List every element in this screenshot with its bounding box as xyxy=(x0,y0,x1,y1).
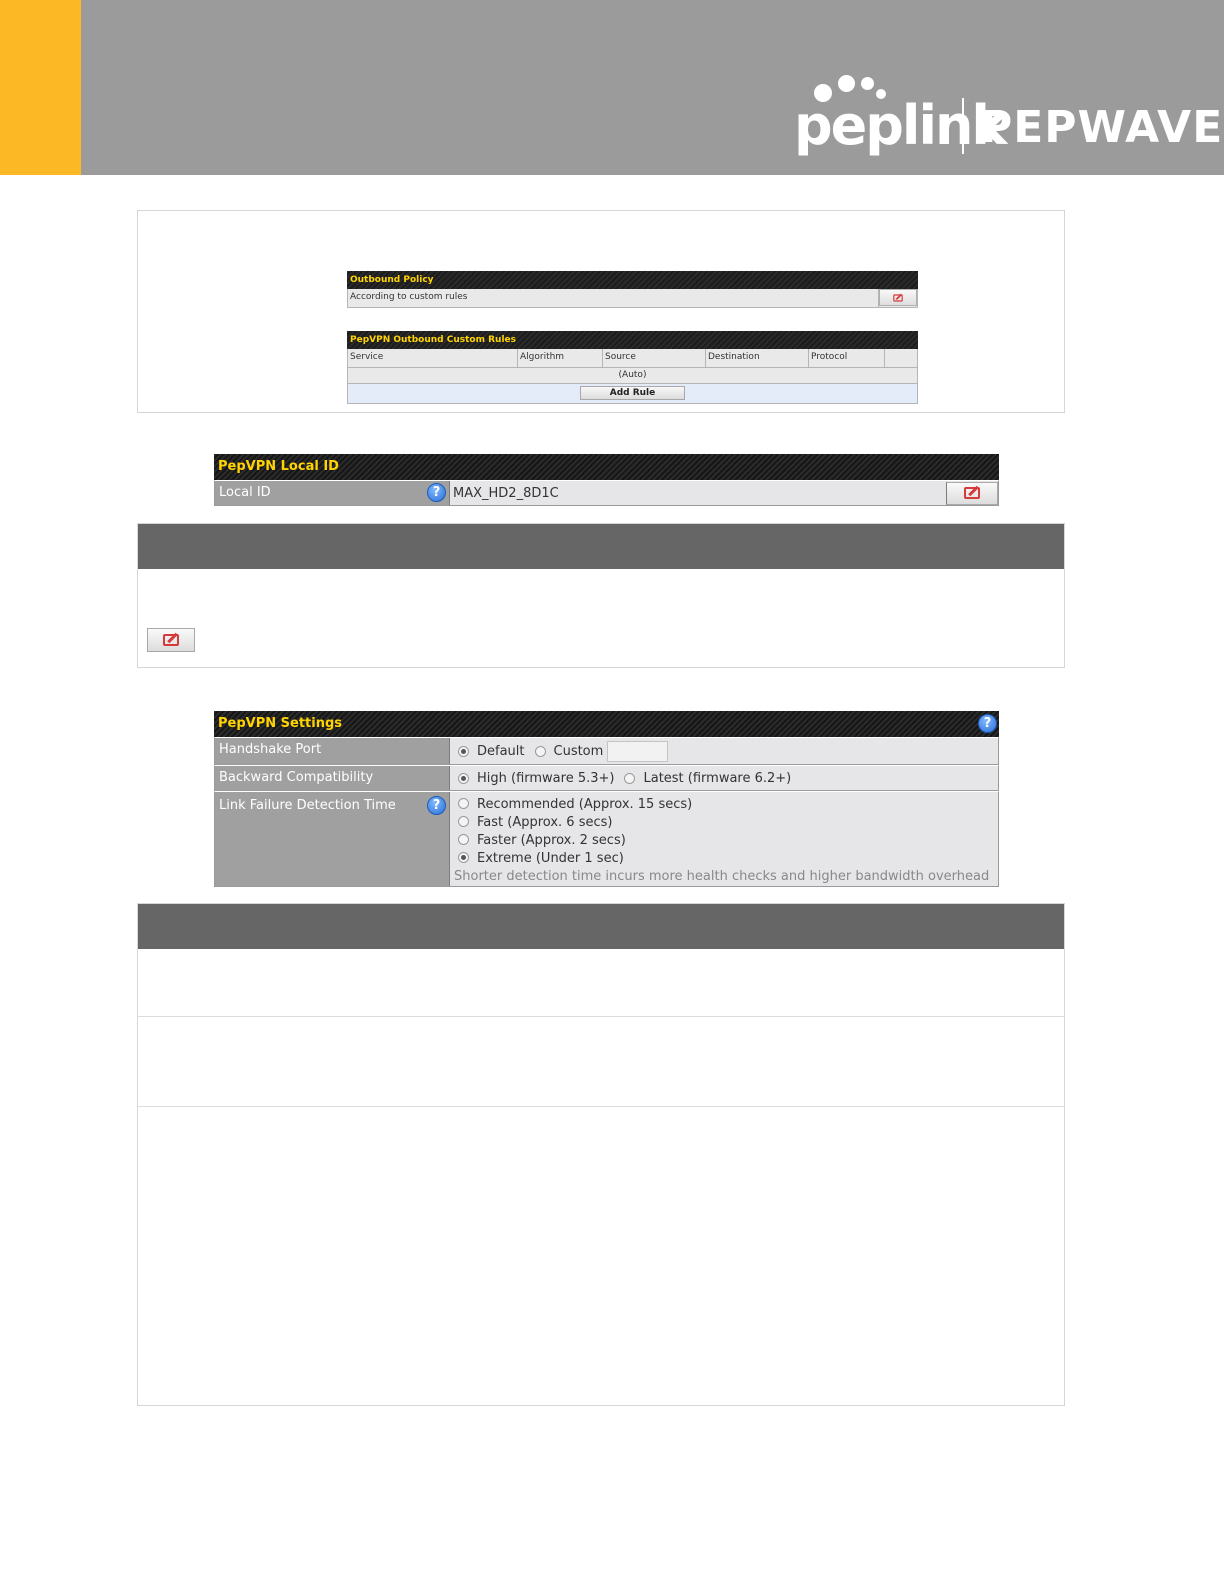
edit-icon xyxy=(964,487,980,499)
link-failure-row: Link Failure Detection Time ? Recommende… xyxy=(214,791,999,887)
option-label: High (firmware 5.3+) xyxy=(477,770,615,786)
custom-port-input[interactable] xyxy=(607,740,669,762)
local-id-label-text: Local ID xyxy=(219,485,271,500)
option-label: Default xyxy=(477,743,525,759)
radio-custom[interactable] xyxy=(534,745,546,757)
local-id-value-cell: MAX_HD2_8D1C xyxy=(450,481,998,505)
custom-rules-title: PepVPN Outbound Custom Rules xyxy=(347,331,918,349)
radio-default[interactable] xyxy=(458,745,469,757)
backward-compat-label: Backward Compatibility xyxy=(215,766,450,790)
header-accent-bar xyxy=(0,0,81,175)
link-failure-label-text: Link Failure Detection Time xyxy=(219,798,396,813)
backward-compat-options: High (firmware 5.3+) Latest (firmware 6.… xyxy=(450,766,998,790)
radio-extreme[interactable] xyxy=(458,852,469,863)
edit-icon xyxy=(893,293,903,302)
column-header xyxy=(885,349,917,367)
radio-latest[interactable] xyxy=(624,772,636,784)
help-icon[interactable]: ? xyxy=(427,796,446,815)
outbound-policy-value: According to custom rules xyxy=(348,289,879,307)
handshake-port-label: Handshake Port xyxy=(215,738,450,764)
handshake-port-row: Handshake Port Default Custom xyxy=(214,737,999,765)
description-row xyxy=(138,949,1064,1017)
outbound-policy-row: According to custom rules xyxy=(347,289,918,308)
settings-description-box xyxy=(137,903,1065,1406)
header-banner: peplink PEPWAVE xyxy=(0,0,1224,175)
column-header: Protocol xyxy=(809,349,885,367)
pepvpn-settings-table: PepVPN Settings ? Handshake Port Default… xyxy=(214,711,999,887)
column-header: Destination xyxy=(706,349,809,367)
local-id-label: Local ID ? xyxy=(215,481,450,505)
radio-high[interactable] xyxy=(458,772,469,784)
peplink-pepwave-logo: peplink PEPWAVE xyxy=(794,72,1222,162)
local-id-title: PepVPN Local ID xyxy=(214,454,999,480)
option-label: Latest (firmware 6.2+) xyxy=(643,770,792,786)
description-row xyxy=(138,1107,1064,1405)
auto-rule-row: (Auto) xyxy=(347,368,918,384)
link-failure-option: Fast (Approx. 6 secs) xyxy=(454,814,994,832)
option-label: Fast (Approx. 6 secs) xyxy=(477,815,613,830)
link-failure-note: Shorter detection time incurs more healt… xyxy=(454,869,990,884)
radio-recommended[interactable] xyxy=(458,798,469,809)
handshake-port-options: Default Custom xyxy=(450,738,998,764)
local-id-value: MAX_HD2_8D1C xyxy=(453,485,559,501)
column-header: Source xyxy=(603,349,706,367)
option-label: Custom xyxy=(553,743,604,759)
help-icon[interactable]: ? xyxy=(427,483,446,502)
section-header-band xyxy=(138,904,1064,949)
local-id-edit-button[interactable] xyxy=(946,481,998,505)
auto-rule-label: (Auto) xyxy=(618,370,647,380)
link-failure-option: Recommended (Approx. 15 secs) xyxy=(454,796,994,814)
add-rule-row: Add Rule xyxy=(347,384,918,404)
backward-compat-row: Backward Compatibility High (firmware 5.… xyxy=(214,765,999,791)
local-id-table: PepVPN Local ID Local ID ? MAX_HD2_8D1C xyxy=(214,454,999,506)
radio-fast[interactable] xyxy=(458,816,469,827)
outbound-policy-title: Outbound Policy xyxy=(347,271,918,289)
info-box xyxy=(137,523,1065,668)
option-label: Extreme (Under 1 sec) xyxy=(477,851,624,866)
settings-title-text: PepVPN Settings xyxy=(218,716,343,731)
outbound-policy-edit-button[interactable] xyxy=(879,289,917,306)
help-icon[interactable]: ? xyxy=(978,714,997,733)
edit-button[interactable] xyxy=(147,628,195,652)
option-label: Recommended (Approx. 15 secs) xyxy=(477,797,693,812)
custom-rules-header-row: Service Algorithm Source Destination Pro… xyxy=(347,349,918,368)
local-id-row: Local ID ? MAX_HD2_8D1C xyxy=(214,480,999,506)
link-failure-options: Recommended (Approx. 15 secs) Fast (Appr… xyxy=(450,792,998,886)
edit-icon xyxy=(163,634,179,646)
link-failure-label: Link Failure Detection Time ? xyxy=(215,792,450,886)
radio-faster[interactable] xyxy=(458,834,469,845)
option-label: Faster (Approx. 2 secs) xyxy=(477,833,626,848)
column-header: Algorithm xyxy=(518,349,603,367)
settings-title: PepVPN Settings ? xyxy=(214,711,999,737)
description-row xyxy=(138,1017,1064,1107)
custom-rules-table: PepVPN Outbound Custom Rules Service Alg… xyxy=(347,331,918,404)
link-failure-option: Extreme (Under 1 sec) xyxy=(454,850,994,868)
link-failure-option: Faster (Approx. 2 secs) xyxy=(454,832,994,850)
column-header: Service xyxy=(348,349,518,367)
add-rule-button[interactable]: Add Rule xyxy=(580,386,685,400)
outbound-policy-screenshot: Outbound Policy According to custom rule… xyxy=(137,210,1065,413)
outbound-policy-table: Outbound Policy According to custom rule… xyxy=(347,271,918,308)
section-header-band xyxy=(138,524,1064,569)
